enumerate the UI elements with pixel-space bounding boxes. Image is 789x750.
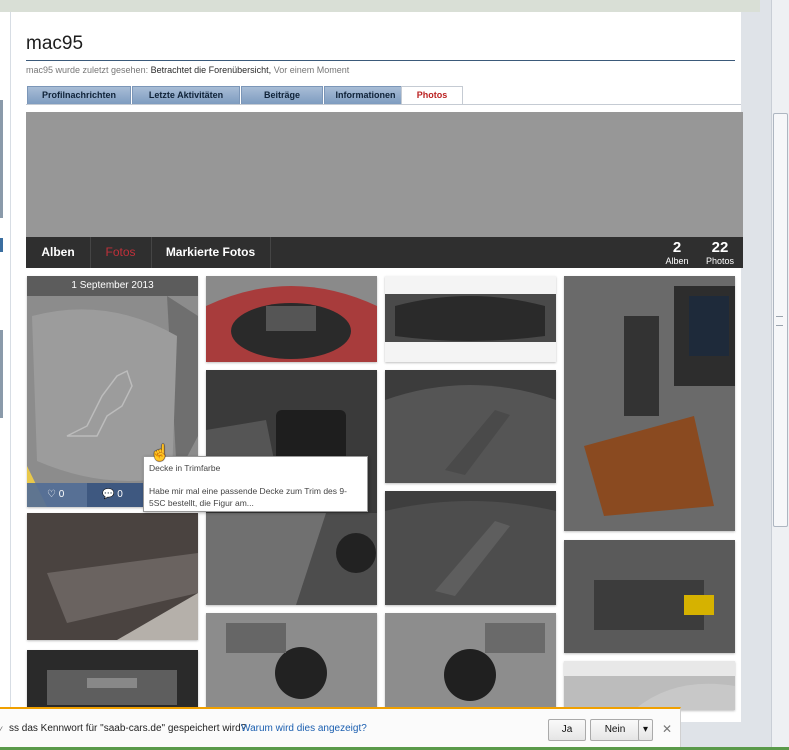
photo-tile[interactable] (564, 540, 735, 653)
photo-tile[interactable] (27, 650, 198, 710)
photo-image (564, 661, 735, 710)
comment-icon: 💬 (102, 489, 115, 500)
photo-tile[interactable] (206, 276, 377, 362)
comment-count: 0 (117, 489, 123, 500)
photo-tile[interactable] (27, 513, 198, 640)
heart-icon: ♡ (47, 489, 56, 500)
tooltip-title: Decke in Trimfarbe (149, 463, 221, 473)
photo-tile[interactable] (385, 491, 556, 605)
tab-photos[interactable]: Photos (401, 86, 463, 105)
left-frame-edge (0, 330, 3, 418)
yes-button[interactable]: Ja (548, 719, 586, 741)
no-options-dropdown[interactable]: ▾ (638, 719, 653, 741)
profile-banner (26, 112, 743, 237)
albums-stat[interactable]: 2 Alben (660, 239, 694, 267)
cursor-icon: ☝ (150, 445, 170, 462)
browser-top-strip (0, 0, 760, 12)
password-save-bar: ss das Kennwort für "saab-cars.de" gespe… (0, 707, 681, 749)
like-count: 0 (58, 489, 65, 500)
scrollbar-grip (776, 316, 783, 326)
photo-image (385, 276, 556, 362)
albums-label: Alben (665, 256, 689, 266)
last-seen-time: Vor einem Moment (273, 65, 350, 75)
photo-image (564, 276, 735, 531)
photo-tile[interactable] (385, 370, 556, 483)
nav-alben[interactable]: Alben (26, 237, 91, 268)
photo-tile[interactable] (206, 613, 377, 710)
tab-informationen[interactable]: Informationen (324, 86, 407, 104)
album-nav-bar: Alben Fotos Markierte Fotos 2 Alben 22 P… (26, 237, 743, 268)
tab-letzte-aktivitaeten[interactable]: Letzte Aktivitäten (132, 86, 240, 104)
photos-label: Photos (705, 256, 735, 266)
photo-image (385, 491, 556, 605)
photo-image (27, 650, 198, 710)
no-button[interactable]: Nein (590, 719, 640, 741)
close-icon[interactable]: ✕ (662, 722, 672, 736)
photo-image (206, 613, 377, 710)
photo-tile[interactable] (385, 613, 556, 710)
tab-divider (26, 104, 741, 105)
last-seen-activity[interactable]: Betrachtet die Forenübersicht, (151, 65, 272, 75)
chevron-down-icon: ▾ (642, 724, 649, 735)
photo-image (385, 613, 556, 710)
photo-date: 1 September 2013 (27, 276, 198, 296)
photo-image (206, 513, 377, 605)
photos-stat[interactable]: 22 Photos (702, 239, 738, 267)
photo-tile[interactable] (564, 661, 735, 710)
why-link[interactable]: Warum wird dies angezeigt? (241, 723, 367, 734)
photo-tile[interactable] (385, 276, 556, 362)
page-title: mac95 (26, 33, 84, 54)
last-seen-prefix: mac95 wurde zuletzt gesehen: (26, 65, 149, 75)
photo-tile[interactable] (206, 513, 377, 605)
last-seen-line: mac95 wurde zuletzt gesehen: Betrachtet … (26, 65, 349, 75)
title-divider (26, 60, 735, 61)
photos-count: 22 (711, 239, 729, 256)
albums-count: 2 (672, 239, 682, 256)
photo-image (27, 513, 198, 640)
tab-profilnachrichten[interactable]: Profilnachrichten (27, 86, 131, 104)
photo-image (564, 540, 735, 653)
left-frame-edge (0, 100, 3, 218)
photo-image (385, 370, 556, 483)
left-frame-edge (0, 238, 3, 252)
nav-markierte-fotos[interactable]: Markierte Fotos (151, 237, 271, 268)
password-key-icon: ⁄ (0, 725, 2, 735)
photo-tooltip: Decke in Trimfarbe Habe mir mal eine pas… (143, 456, 368, 512)
nav-fotos[interactable]: Fotos (90, 237, 152, 268)
photo-tile[interactable] (564, 276, 735, 531)
photo-image (206, 276, 377, 362)
tooltip-description: Habe mir mal eine passende Decke zum Tri… (149, 486, 347, 508)
tab-beitraege[interactable]: Beiträge (241, 86, 323, 104)
password-save-message: ss das Kennwort für "saab-cars.de" gespe… (9, 723, 247, 734)
